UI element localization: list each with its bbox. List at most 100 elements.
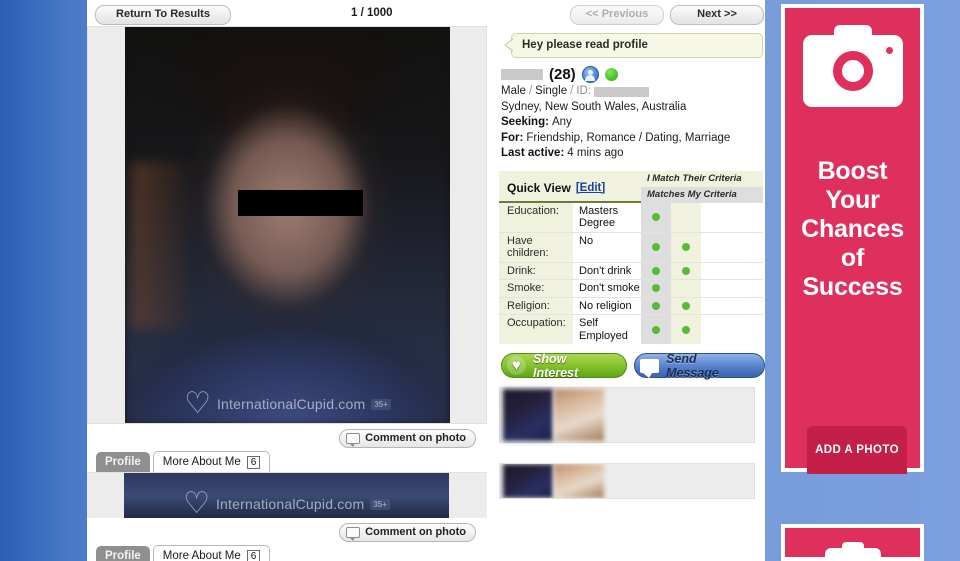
quick-view-value: No religion <box>573 297 641 314</box>
tab-more-about-me-2[interactable]: More About Me 6 <box>152 545 271 561</box>
previous-button[interactable]: << Previous <box>570 5 664 25</box>
match-dot <box>682 266 690 275</box>
quick-view-key: Education: <box>499 202 573 232</box>
tab-profile-2[interactable]: Profile <box>96 546 150 561</box>
criteria-cell-matches-my <box>671 297 701 314</box>
tab-more-about-me-label-2: More About Me <box>162 550 241 561</box>
quick-view-key: Occupation: <box>499 315 573 344</box>
criteria-cell-i-match-their <box>641 315 671 344</box>
camera-icon <box>802 25 903 107</box>
match-dot <box>652 284 660 293</box>
match-dot <box>682 284 690 292</box>
quick-view-key: Have children: <box>499 232 573 262</box>
secondary-photo[interactable]: ♡ InternationalCupid.com 35+ <box>124 473 449 518</box>
match-dot <box>652 325 660 334</box>
show-interest-button[interactable]: ♥ Show Interest <box>501 352 628 380</box>
criteria-header-i-match-their: I Match Their Criteria <box>641 170 763 187</box>
quick-view-value: No <box>573 232 641 262</box>
return-to-results-button[interactable]: Return To Results <box>95 5 231 25</box>
quick-view-row: Religion: No religion <box>499 297 763 315</box>
match-dot <box>682 301 690 310</box>
profile-id-label: ID: <box>576 85 592 97</box>
comment-on-photo-button[interactable]: Comment on photo <box>339 429 476 448</box>
match-dot <box>652 266 660 275</box>
quick-view-row: Drink: Don't drink <box>499 262 763 280</box>
boost-chances-ad-2[interactable] <box>781 524 924 561</box>
quick-view-row: Education: Masters Degree <box>499 202 763 233</box>
gender-status-id-line: Male / Single / ID: <box>501 84 765 100</box>
photo-thumbnail-gallery-2[interactable] <box>499 463 755 499</box>
comment-row-2: Comment on photo <box>87 518 487 545</box>
quick-view-row: Have children: No <box>499 232 763 263</box>
tab-profile[interactable]: Profile <box>96 452 150 472</box>
quick-view-key: Religion: <box>499 297 573 314</box>
thumbnail-1[interactable] <box>503 389 553 441</box>
match-dot <box>652 301 660 310</box>
quick-view-edit-link[interactable]: [Edit] <box>576 182 605 194</box>
separator: / <box>528 85 533 97</box>
quick-view-value: Masters Degree <box>573 202 641 232</box>
quick-view-value: Don't drink <box>573 262 641 279</box>
quick-view-title: Quick View <box>507 180 571 195</box>
criteria-cell-matches-my <box>671 280 701 297</box>
quick-view-row: Occupation: Self Employed <box>499 315 763 344</box>
user-avatar-icon <box>581 66 599 83</box>
boost-chances-ad[interactable]: Boost Your Chances of Success ADD A PHOTO <box>781 4 924 474</box>
secondary-photo-panel[interactable]: ♡ InternationalCupid.com 35+ <box>87 472 487 518</box>
main-photo-panel[interactable]: ♡ InternationalCupid.com 35+ <box>87 26 487 424</box>
criteria-cell-matches-my <box>671 262 701 279</box>
profile-tagline-bubble: Hey please read profile <box>504 33 763 58</box>
criteria-headers: I Match Their Criteria Matches My Criter… <box>641 170 763 203</box>
tabs-row-2: Profile More About Me 6 <box>87 545 487 561</box>
for-line: For: Friendship, Romance / Dating, Marri… <box>501 131 765 147</box>
photo-background-door <box>131 162 189 330</box>
profile-age: (28) <box>549 66 576 83</box>
quick-view-value: Don't smoke <box>573 280 641 297</box>
criteria-header-matches-my: Matches My Criteria <box>641 186 763 203</box>
top-navigation-bar: Return To Results 1 / 1000 << Previous N… <box>87 0 765 26</box>
watermark-text: InternationalCupid.com <box>216 396 366 412</box>
quick-view-rows: Education: Masters Degree Have children: No… <box>499 202 763 344</box>
match-dot <box>652 243 660 251</box>
details-column: Hey please read profile (28) Male / Sing… <box>497 26 765 499</box>
heart-icon: ♡ <box>183 487 210 519</box>
content-columns: ♡ InternationalCupid.com 35+ Comment on … <box>87 26 765 561</box>
tabs-row-1: Profile More About Me 6 <box>87 451 487 472</box>
seeking-value: Any <box>551 116 572 128</box>
seeking-label: Seeking: <box>501 116 549 128</box>
match-dot <box>682 325 690 334</box>
heart-icon: ♥ <box>507 356 526 375</box>
profile-page: Return To Results 1 / 1000 << Previous N… <box>87 0 765 561</box>
online-status-dot <box>604 68 618 81</box>
thumbnail-3[interactable] <box>503 464 553 498</box>
tab-more-about-me-label: More About Me <box>162 456 241 468</box>
watermark-badge: 35+ <box>371 398 391 410</box>
criteria-cell-i-match-their <box>641 262 671 279</box>
comment-on-photo-label-2: Comment on photo <box>365 526 466 538</box>
ad-headline-line: of <box>840 244 865 272</box>
speech-bubble-icon <box>346 432 361 447</box>
tab-more-about-me[interactable]: More About Me 6 <box>152 451 271 472</box>
for-value: Friendship, Romance / Dating, Marriage <box>526 131 731 144</box>
photo-thumbnail-gallery[interactable] <box>499 387 755 443</box>
criteria-cell-matches-my <box>671 315 701 344</box>
profile-photo[interactable]: ♡ InternationalCupid.com 35+ <box>125 27 450 423</box>
thumbnail-2[interactable] <box>554 389 604 441</box>
tab-more-about-me-badge-2: 6 <box>246 549 261 561</box>
name-line: (28) <box>501 65 765 84</box>
result-counter: 1 / 1000 <box>351 7 393 19</box>
thumbnail-4[interactable] <box>554 464 604 498</box>
watermark-badge: 35+ <box>370 498 390 510</box>
for-label: For: <box>501 131 524 144</box>
comment-on-photo-button-2[interactable]: Comment on photo <box>339 523 476 542</box>
next-button[interactable]: Next >> <box>670 5 764 25</box>
criteria-cell-i-match-their <box>641 297 671 314</box>
criteria-cell-matches-my <box>671 232 701 262</box>
ad-headline-line: Success <box>802 273 903 301</box>
quick-view-value: Self Employed <box>573 315 641 344</box>
separator: / <box>570 85 574 97</box>
send-message-button[interactable]: Send Message <box>634 352 765 380</box>
add-a-photo-button[interactable]: ADD A PHOTO <box>807 426 907 474</box>
profile-gender: Male <box>501 85 526 97</box>
match-dot <box>652 213 660 221</box>
